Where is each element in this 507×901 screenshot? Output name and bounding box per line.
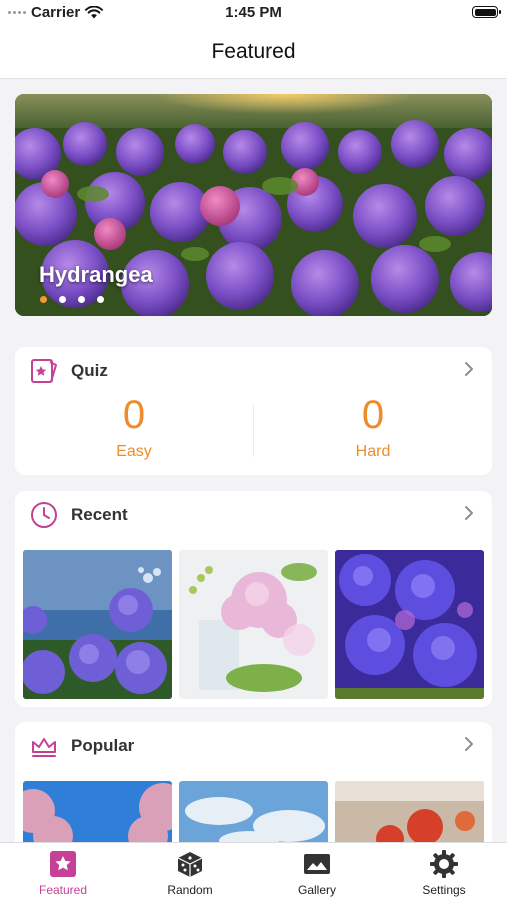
recent-thumbnail[interactable] <box>23 550 172 699</box>
hard-score-value: 0 <box>361 393 385 437</box>
violet-hydrangea-photo <box>335 550 484 699</box>
page-dot[interactable] <box>97 296 104 303</box>
hard-score-label: Hard <box>355 443 391 460</box>
tab-featured[interactable]: Featured <box>0 843 126 897</box>
page-dot[interactable] <box>59 296 66 303</box>
chevron-right-icon[interactable] <box>464 361 474 377</box>
easy-score[interactable]: 0 Easy <box>15 393 253 461</box>
tab-label: Gallery <box>297 883 336 897</box>
tab-bar: Featured Random Gallery Settings <box>0 842 507 901</box>
recent-card: Recent <box>15 491 492 707</box>
popular-header[interactable]: Popular <box>15 722 492 768</box>
chevron-right-icon[interactable] <box>464 736 474 752</box>
page-title: Featured <box>211 40 296 63</box>
pink-hydrangea-photo <box>179 550 328 699</box>
hero-title: Hydrangea <box>39 262 153 287</box>
dice-icon <box>177 852 203 877</box>
quiz-card-icon <box>31 359 57 383</box>
crown-icon <box>32 738 56 757</box>
easy-score-label: Easy <box>116 443 152 460</box>
recent-title: Recent <box>71 505 128 524</box>
easy-score-value: 0 <box>122 393 146 437</box>
chevron-right-icon[interactable] <box>464 505 474 521</box>
page-dot[interactable] <box>78 296 85 303</box>
tab-gallery[interactable]: Gallery <box>254 843 380 897</box>
battery-icon <box>472 6 501 18</box>
tab-label: Random <box>167 883 213 897</box>
tab-random[interactable]: Random <box>127 843 253 897</box>
hard-score[interactable]: 0 Hard <box>254 393 492 461</box>
recent-header[interactable]: Recent <box>15 491 492 537</box>
recent-thumbnail[interactable] <box>179 550 328 699</box>
popular-card: Popular <box>15 722 492 862</box>
photo-icon <box>304 854 330 874</box>
star-icon <box>50 851 76 877</box>
gear-icon <box>430 850 458 878</box>
blue-hydrangea-photo <box>23 550 172 699</box>
quiz-card: Quiz 0 Easy 0 Hard <box>15 347 492 475</box>
tab-label: Settings <box>422 883 466 897</box>
popular-title: Popular <box>71 736 135 755</box>
tab-label: Featured <box>38 883 88 897</box>
quiz-header[interactable]: Quiz <box>15 347 492 393</box>
tab-settings[interactable]: Settings <box>381 843 507 897</box>
clock: 1:45 PM <box>225 4 282 21</box>
status-bar: Carrier 1:45 PM <box>0 0 507 26</box>
page-dot[interactable] <box>40 296 47 303</box>
page-indicator[interactable] <box>40 296 104 303</box>
quiz-title: Quiz <box>71 361 108 380</box>
navigation-bar: Featured <box>0 26 507 79</box>
clock-icon <box>31 502 57 528</box>
featured-banner[interactable]: Hydrangea <box>15 94 492 316</box>
recent-thumbnail[interactable] <box>335 550 484 699</box>
